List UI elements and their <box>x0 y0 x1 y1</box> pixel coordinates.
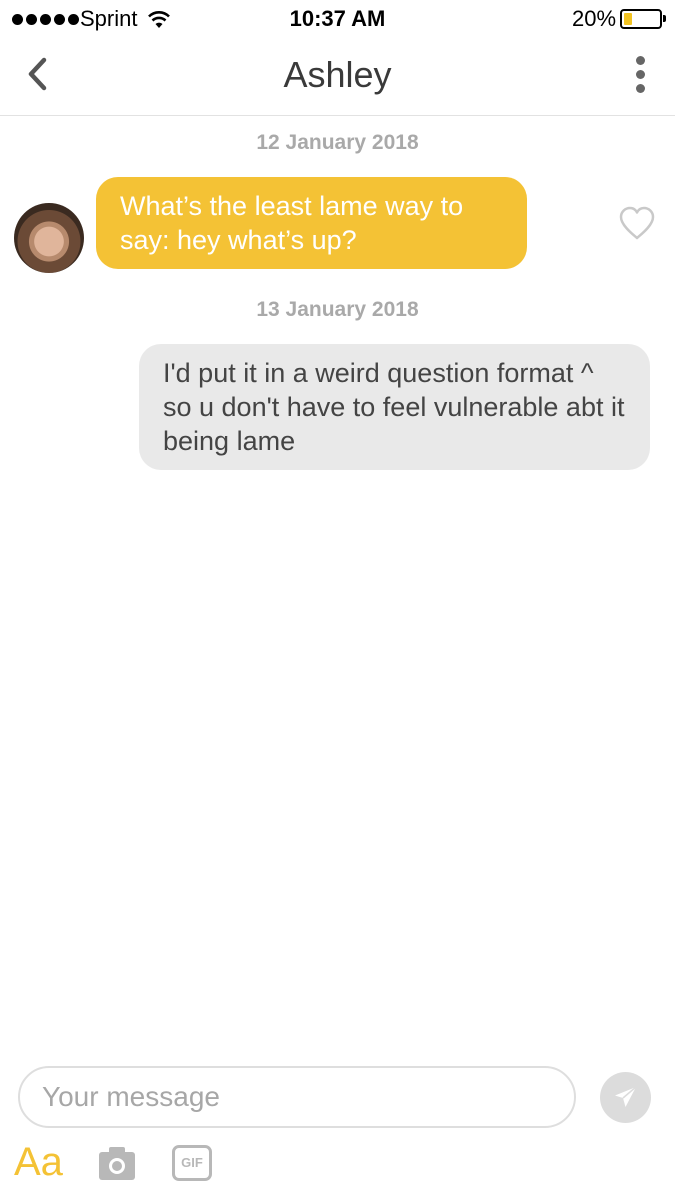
message-input[interactable] <box>18 1066 576 1128</box>
camera-button[interactable] <box>98 1145 136 1181</box>
camera-icon <box>99 1147 135 1180</box>
date-separator: 13 January 2018 <box>256 298 419 321</box>
battery-percent: 20% <box>572 6 617 31</box>
date-separator: 12 January 2018 <box>256 131 419 154</box>
status-bar: Sprint 10:37 AM 20% <box>0 0 675 40</box>
chat-header: Ashley <box>0 40 675 116</box>
heart-outline-icon <box>619 206 655 240</box>
battery-level <box>624 13 632 25</box>
text-format-button[interactable]: Aa <box>14 1140 63 1185</box>
outgoing-message-bubble[interactable]: I'd put it in a weird question format ^ … <box>139 344 650 470</box>
like-button[interactable] <box>618 205 656 241</box>
battery-tip <box>663 15 666 22</box>
incoming-message-bubble[interactable]: What’s the least lame way to say: hey wh… <box>96 177 527 269</box>
send-icon <box>615 1086 637 1107</box>
more-options-button[interactable] <box>630 54 654 94</box>
avatar[interactable] <box>14 203 84 273</box>
gif-button[interactable]: GIF <box>172 1145 212 1181</box>
page-title: Ashley <box>283 54 392 95</box>
chat-screen: Sprint 10:37 AM 20% Ashley 12 January 20… <box>0 0 675 1200</box>
battery-icon <box>620 9 662 29</box>
send-button[interactable] <box>600 1072 651 1123</box>
